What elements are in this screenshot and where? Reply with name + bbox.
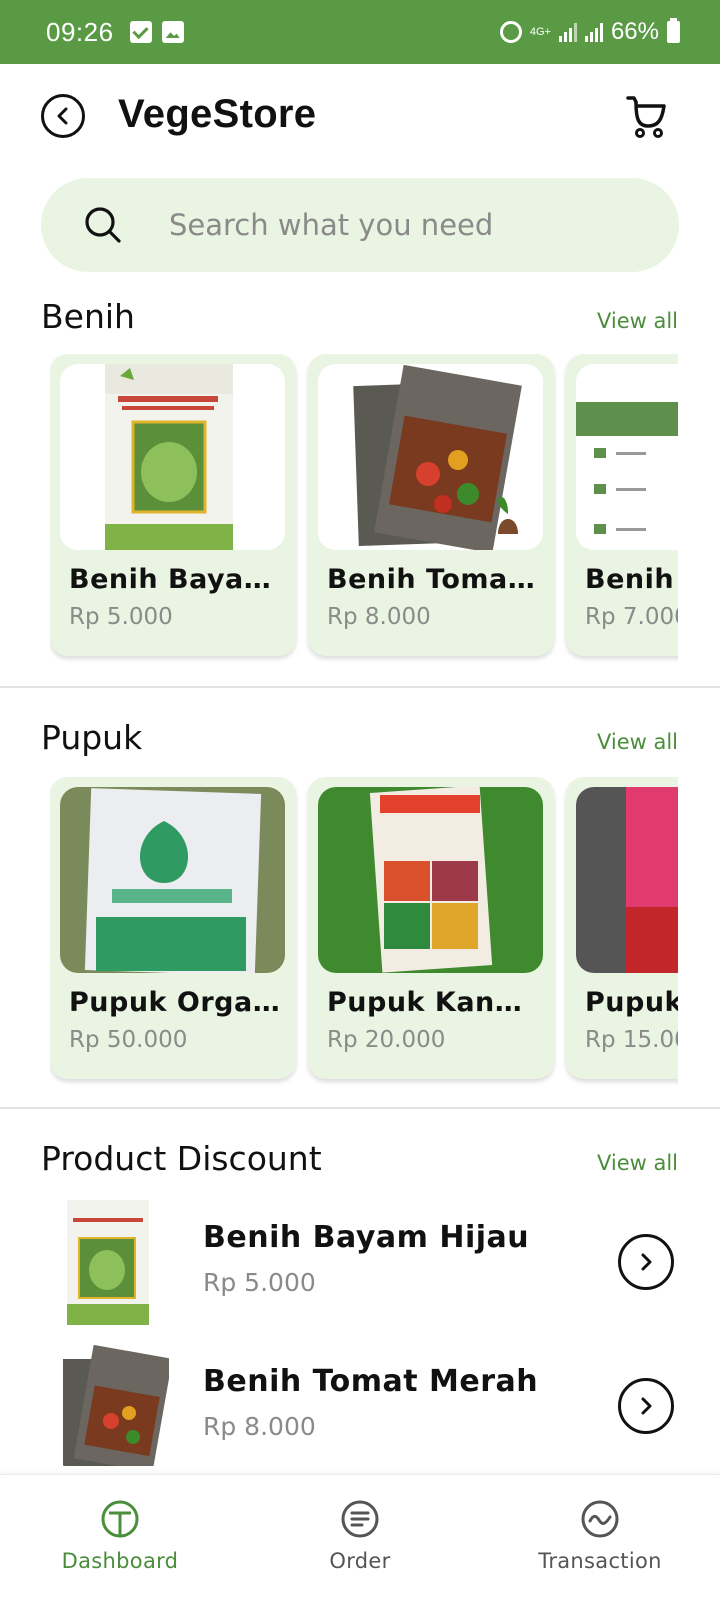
product-card[interactable]: Benih Tomat ... Rp 8.000 <box>308 354 554 656</box>
product-price: Rp 20.000 <box>327 1027 446 1053</box>
product-price: Rp 15.000 <box>585 1027 678 1053</box>
section-divider <box>0 1107 720 1109</box>
product-image <box>576 364 678 550</box>
search-icon <box>85 207 121 243</box>
product-card[interactable]: Pupuk Rp 15.000 <box>566 777 678 1079</box>
product-card[interactable]: Pupuk Organ... Rp 50.000 <box>50 777 296 1079</box>
product-name: Pupuk Organ... <box>69 987 281 1018</box>
product-image <box>576 787 678 973</box>
network-type: 4G+ <box>529 25 551 38</box>
product-image <box>61 1341 169 1466</box>
search-input[interactable] <box>169 178 649 272</box>
section-title-discount: Product Discount <box>41 1139 322 1178</box>
view-all-pupuk-link[interactable]: View all <box>597 730 678 754</box>
product-image <box>60 364 285 550</box>
signal-icon <box>584 22 603 42</box>
product-price: Rp 8.000 <box>327 604 431 630</box>
product-image <box>60 787 285 973</box>
image-notification-icon <box>161 21 184 43</box>
chevron-left-icon <box>57 107 68 125</box>
transaction-icon <box>581 1500 619 1538</box>
view-all-discount-link[interactable]: View all <box>597 1151 678 1175</box>
product-price: Rp 5.000 <box>203 1268 316 1297</box>
product-name: Benih Bayam... <box>69 564 281 595</box>
pupuk-carousel[interactable]: Pupuk Organ... Rp 50.000 Pupuk Kand... R… <box>50 777 678 1087</box>
list-item[interactable]: Benih Bayam Hijau Rp 5.000 <box>0 1192 720 1327</box>
product-name: Benih Tomat Merah <box>203 1364 539 1399</box>
product-price: Rp 5.000 <box>69 604 173 630</box>
product-name: Pupuk <box>585 987 678 1018</box>
page-title: VegeStore <box>118 92 317 136</box>
product-name: Pupuk Kand... <box>327 987 539 1018</box>
app-header: VegeStore <box>0 64 720 174</box>
product-name: Benih <box>585 564 675 595</box>
product-card[interactable]: Benih Rp 7.000 <box>566 354 678 656</box>
nav-order-label: Order <box>329 1549 391 1573</box>
product-card[interactable]: Pupuk Kand... Rp 20.000 <box>308 777 554 1079</box>
alarm-icon <box>499 21 522 43</box>
cart-icon[interactable] <box>624 92 672 140</box>
battery-percent: 66% <box>610 18 659 45</box>
chevron-right-icon <box>641 1397 652 1415</box>
chevron-right-icon <box>641 1253 652 1271</box>
battery-icon <box>667 18 680 43</box>
checkmark-notification-icon <box>129 21 152 43</box>
view-all-benih-link[interactable]: View all <box>597 309 678 333</box>
product-card[interactable]: Benih Bayam... Rp 5.000 <box>50 354 296 656</box>
benih-carousel[interactable]: Benih Bayam... Rp 5.000 Benih Tomat ... … <box>50 354 678 664</box>
nav-transaction-label: Transaction <box>538 1549 662 1573</box>
product-image <box>61 1200 169 1325</box>
status-time: 09:26 <box>46 16 114 47</box>
product-price: Rp 8.000 <box>203 1412 316 1441</box>
product-image <box>318 787 543 973</box>
open-product-button[interactable] <box>618 1378 674 1434</box>
search-bar[interactable] <box>41 178 679 272</box>
section-title-pupuk: Pupuk <box>41 718 143 757</box>
section-title-benih: Benih <box>41 297 135 336</box>
order-icon <box>341 1500 379 1538</box>
nav-dashboard[interactable]: Dashboard <box>40 1475 200 1600</box>
back-button[interactable] <box>41 94 85 138</box>
product-price: Rp 7.000 <box>585 604 678 630</box>
product-image <box>318 364 543 550</box>
list-item[interactable]: Benih Tomat Merah Rp 8.000 <box>0 1336 720 1471</box>
section-divider <box>0 686 720 688</box>
bottom-navigation: Dashboard Order Transaction <box>0 1474 720 1600</box>
signal-icon <box>558 22 577 42</box>
nav-order[interactable]: Order <box>280 1475 440 1600</box>
product-name: Benih Tomat ... <box>327 564 539 595</box>
product-name: Benih Bayam Hijau <box>203 1220 530 1255</box>
nav-dashboard-label: Dashboard <box>61 1549 179 1573</box>
status-bar: 09:26 4G+ 66% <box>0 0 720 64</box>
nav-transaction[interactable]: Transaction <box>510 1475 690 1600</box>
dashboard-icon <box>101 1500 139 1538</box>
open-product-button[interactable] <box>618 1234 674 1290</box>
product-price: Rp 50.000 <box>69 1027 188 1053</box>
